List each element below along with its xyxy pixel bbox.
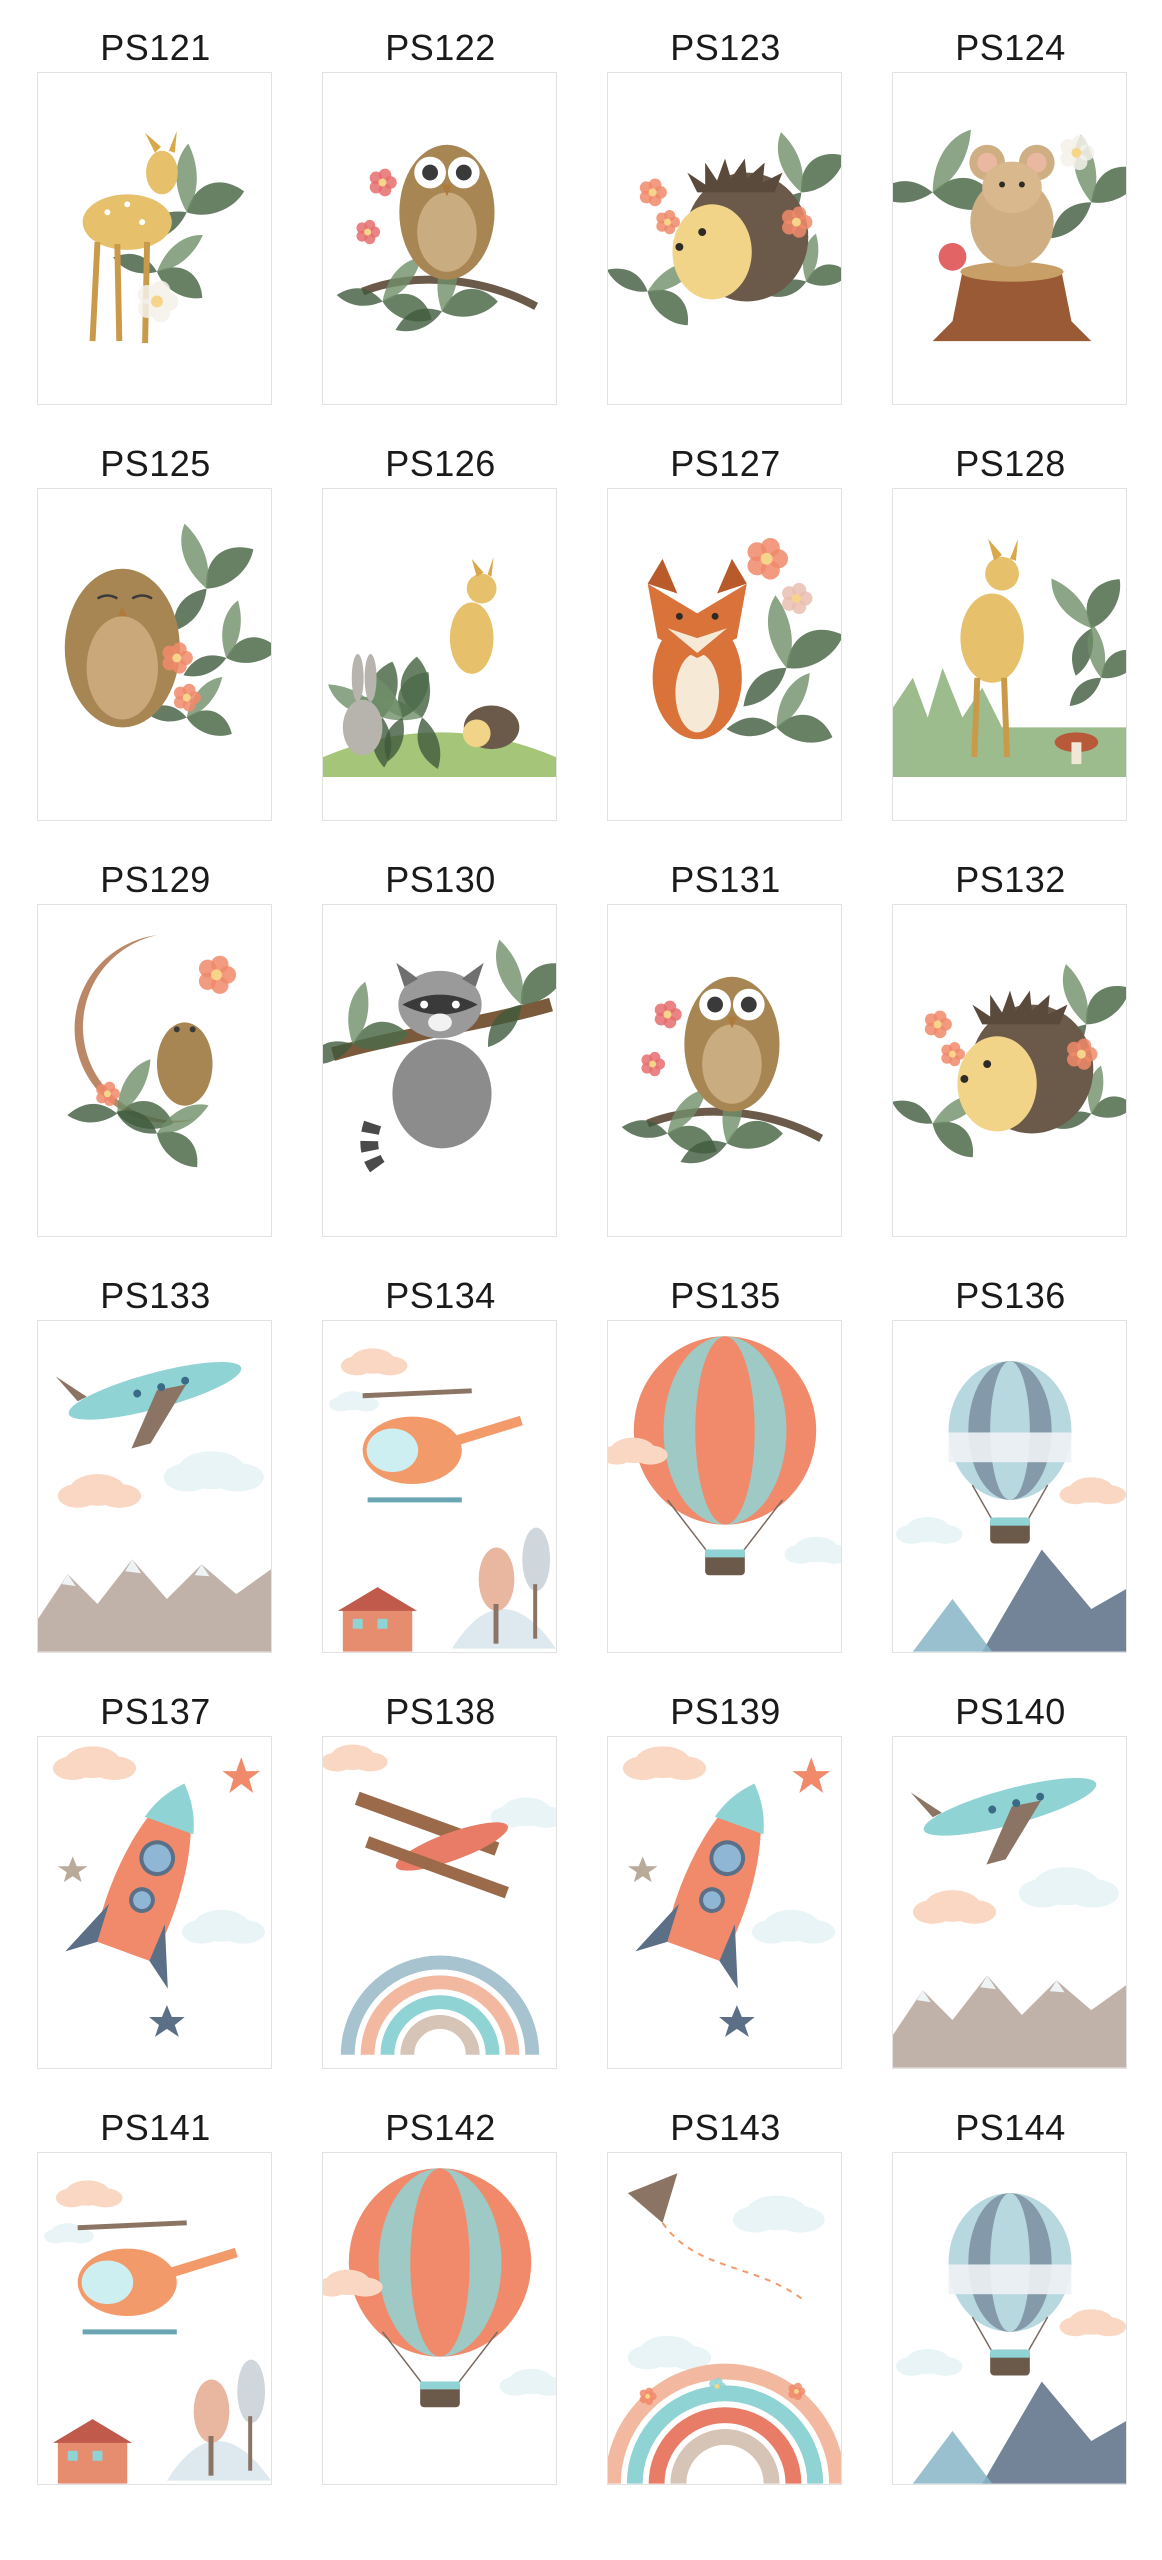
poster-illustration-hot-air-balloon-blue[interactable]	[892, 2152, 1127, 2485]
helicopter-house-illustration	[43, 2180, 271, 2484]
poster-card[interactable]: PS143	[607, 2108, 844, 2485]
hedgehog-berries-illustration	[893, 964, 1126, 1158]
fawn-forest-illustration	[893, 538, 1126, 777]
raccoon-branch-illustration	[323, 939, 556, 1180]
poster-card[interactable]: PS131	[607, 860, 844, 1237]
poster-code-label: PS125	[100, 443, 211, 484]
poster-code-label: PS144	[955, 2107, 1066, 2148]
fawn-flowers-illustration	[82, 130, 245, 344]
poster-illustration-helicopter-house[interactable]	[322, 1320, 557, 1653]
poster-card[interactable]: PS124	[892, 28, 1129, 405]
poster-illustration-owl-branch[interactable]	[607, 904, 842, 1237]
owl-moon-illustration	[67, 935, 237, 1168]
poster-code-label: PS136	[955, 1275, 1066, 1316]
poster-illustration-hot-air-balloon-blue[interactable]	[892, 1320, 1127, 1653]
poster-illustration-raccoon-branch[interactable]	[322, 904, 557, 1237]
poster-illustration-kite-rainbow[interactable]	[607, 2152, 842, 2485]
poster-card[interactable]: PS132	[892, 860, 1129, 1237]
kite-rainbow-illustration	[608, 2173, 841, 2484]
poster-card[interactable]: PS134	[322, 1276, 559, 1653]
poster-code-label: PS123	[670, 27, 781, 68]
poster-illustration-bunny-fawn-hedgehog[interactable]	[322, 488, 557, 821]
poster-card[interactable]: PS129	[37, 860, 274, 1237]
bunny-fawn-hedgehog-illustration	[323, 556, 556, 777]
poster-grid: PS121 PS122 PS123 PS124 PS125 PS126 PS12…	[0, 0, 1162, 2560]
poster-illustration-helicopter-house[interactable]	[37, 2152, 272, 2485]
poster-illustration-hot-air-balloon-striped[interactable]	[607, 1320, 842, 1653]
poster-card[interactable]: PS138	[322, 1692, 559, 2069]
poster-card[interactable]: PS133	[37, 1276, 274, 1653]
poster-code-label: PS143	[670, 2107, 781, 2148]
poster-illustration-fawn-flowers[interactable]	[37, 72, 272, 405]
poster-illustration-rocket-stars[interactable]	[607, 1736, 842, 2069]
poster-card[interactable]: PS130	[322, 860, 559, 1237]
poster-illustration-biplane-rainbow[interactable]	[322, 1736, 557, 2069]
poster-code-label: PS133	[100, 1275, 211, 1316]
poster-card[interactable]: PS122	[322, 28, 559, 405]
owl-branch-illustration	[621, 976, 824, 1164]
airplane-mountains-illustration	[893, 1778, 1126, 2068]
hot-air-balloon-striped-illustration	[608, 1336, 841, 1576]
poster-code-label: PS137	[100, 1691, 211, 1732]
poster-code-label: PS134	[385, 1275, 496, 1316]
poster-code-label: PS129	[100, 859, 211, 900]
sleeping-owl-illustration	[64, 523, 271, 736]
owl-branch-illustration	[336, 144, 539, 332]
poster-code-label: PS141	[100, 2107, 211, 2148]
poster-code-label: PS128	[955, 443, 1066, 484]
poster-code-label: PS139	[670, 1691, 781, 1732]
poster-code-label: PS140	[955, 1691, 1066, 1732]
poster-code-label: PS135	[670, 1275, 781, 1316]
airplane-mountains-illustration	[38, 1362, 271, 1652]
poster-illustration-hot-air-balloon-striped[interactable]	[322, 2152, 557, 2485]
poster-card[interactable]: PS125	[37, 444, 274, 821]
poster-illustration-airplane-mountains[interactable]	[892, 1736, 1127, 2069]
poster-card[interactable]: PS126	[322, 444, 559, 821]
hot-air-balloon-blue-illustration	[895, 1361, 1126, 1652]
poster-illustration-owl-branch[interactable]	[322, 72, 557, 405]
poster-card[interactable]: PS140	[892, 1692, 1129, 2069]
biplane-rainbow-illustration	[323, 1744, 556, 2056]
hot-air-balloon-striped-illustration	[323, 2168, 556, 2408]
poster-card[interactable]: PS121	[37, 28, 274, 405]
poster-illustration-hedgehog-berries[interactable]	[892, 904, 1127, 1237]
poster-card[interactable]: PS137	[37, 1692, 274, 2069]
rocket-stars-illustration	[52, 1746, 266, 2037]
poster-code-label: PS124	[955, 27, 1066, 68]
poster-code-label: PS142	[385, 2107, 496, 2148]
poster-illustration-fox-flowers[interactable]	[607, 488, 842, 821]
fox-flowers-illustration	[647, 537, 841, 743]
poster-card[interactable]: PS123	[607, 28, 844, 405]
poster-code-label: PS130	[385, 859, 496, 900]
poster-card[interactable]: PS128	[892, 444, 1129, 821]
poster-code-label: PS127	[670, 443, 781, 484]
poster-illustration-sleeping-owl[interactable]	[37, 488, 272, 821]
poster-card[interactable]: PS136	[892, 1276, 1129, 1653]
poster-code-label: PS132	[955, 859, 1066, 900]
poster-card[interactable]: PS142	[322, 2108, 559, 2485]
poster-card[interactable]: PS144	[892, 2108, 1129, 2485]
hot-air-balloon-blue-illustration	[895, 2193, 1126, 2484]
poster-illustration-rocket-stars[interactable]	[37, 1736, 272, 2069]
poster-code-label: PS122	[385, 27, 496, 68]
poster-card[interactable]: PS139	[607, 1692, 844, 2069]
poster-illustration-fawn-forest[interactable]	[892, 488, 1127, 821]
poster-illustration-mouse-stump[interactable]	[892, 72, 1127, 405]
poster-illustration-owl-moon[interactable]	[37, 904, 272, 1237]
poster-card[interactable]: PS135	[607, 1276, 844, 1653]
poster-code-label: PS126	[385, 443, 496, 484]
poster-illustration-hedgehog-berries[interactable]	[607, 72, 842, 405]
poster-card[interactable]: PS141	[37, 2108, 274, 2485]
helicopter-house-illustration	[328, 1348, 556, 1652]
poster-code-label: PS121	[100, 27, 211, 68]
poster-illustration-airplane-mountains[interactable]	[37, 1320, 272, 1653]
poster-code-label: PS138	[385, 1691, 496, 1732]
mouse-stump-illustration	[893, 129, 1126, 342]
poster-code-label: PS131	[670, 859, 781, 900]
poster-card[interactable]: PS127	[607, 444, 844, 821]
rocket-stars-illustration	[622, 1746, 836, 2037]
hedgehog-berries-illustration	[608, 132, 841, 326]
